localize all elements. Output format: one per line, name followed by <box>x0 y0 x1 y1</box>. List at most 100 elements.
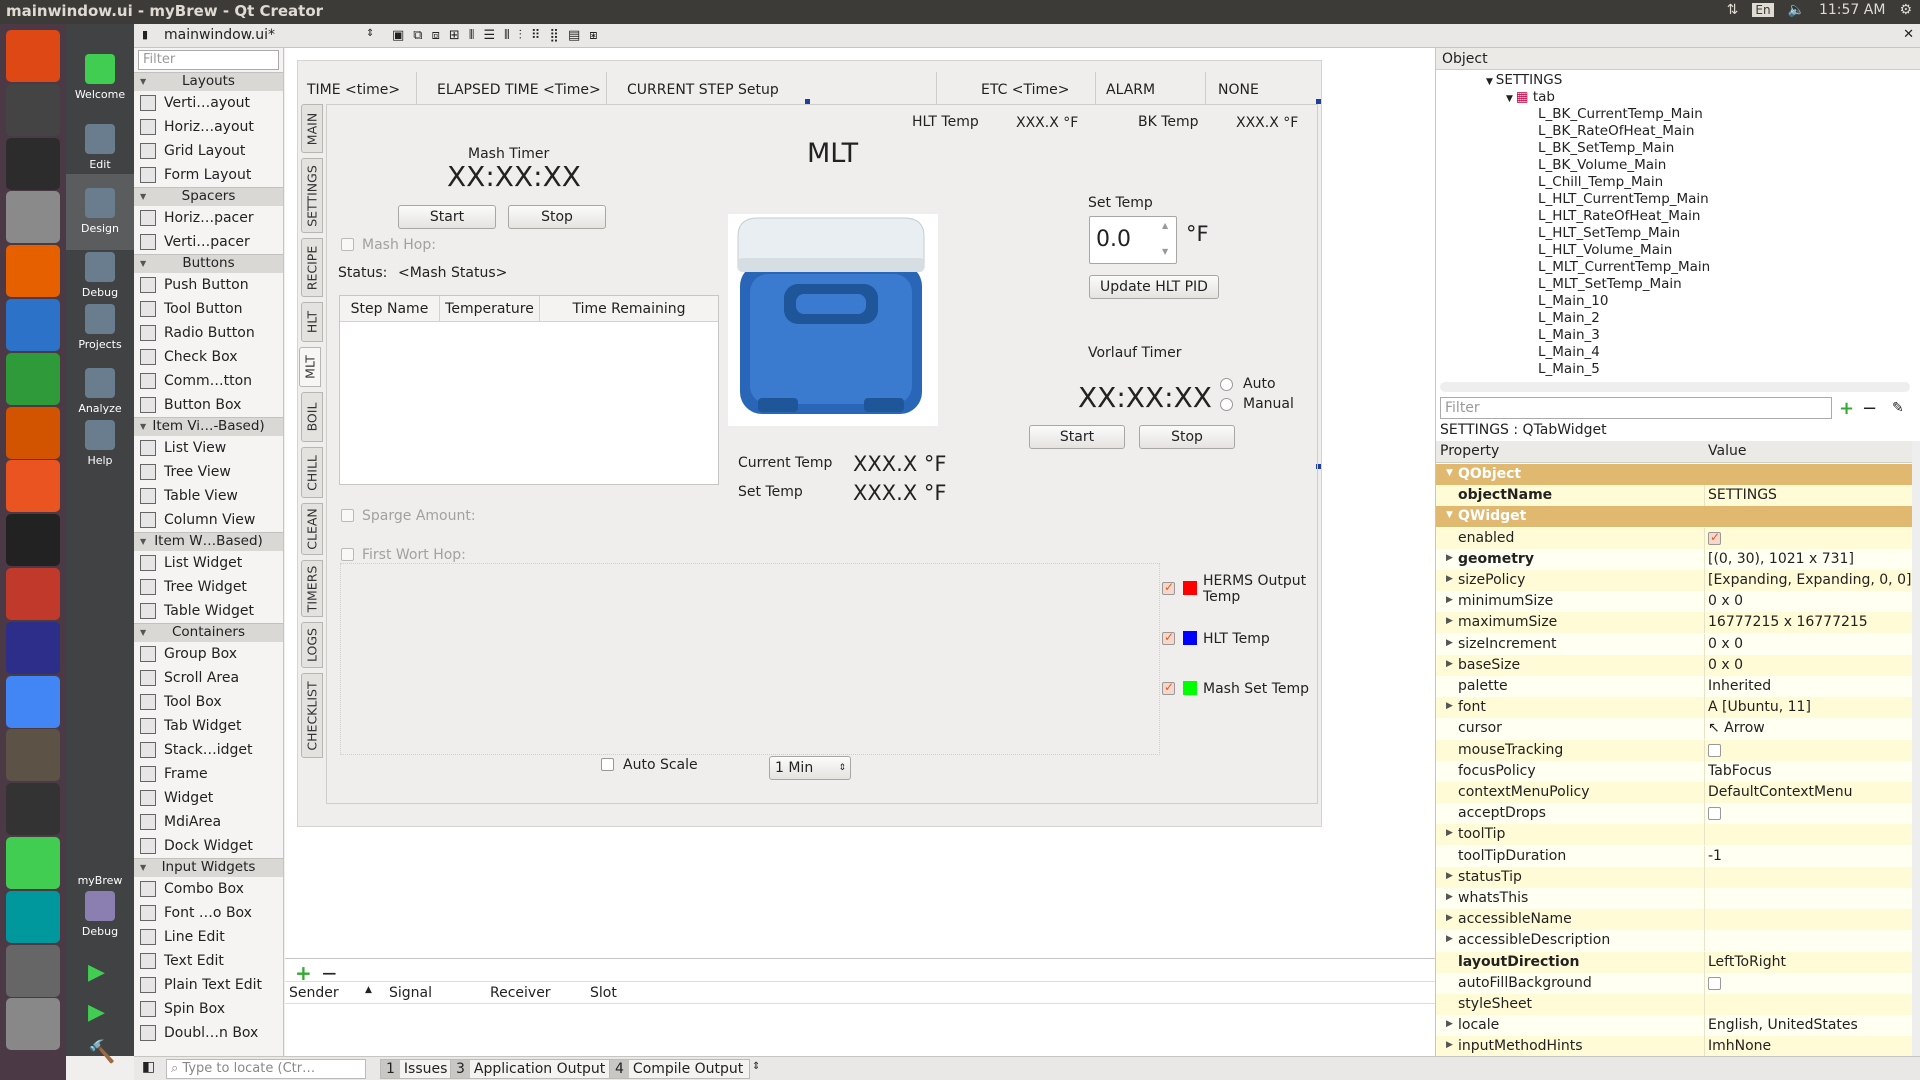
calc-icon[interactable] <box>6 352 60 405</box>
property-filter-input[interactable]: Filter <box>1440 397 1832 419</box>
property-row[interactable]: ▶ maximumSize 16777215 x 16777215 <box>1436 612 1912 634</box>
property-value[interactable]: 0 x 0 <box>1708 593 1743 609</box>
open-document-combo[interactable]: mainwindow.ui* <box>164 27 275 43</box>
tree-item-label[interactable]: L_HLT_Volume_Main <box>1538 242 1672 259</box>
widget-item[interactable]: Verti…pacer <box>134 230 283 254</box>
chevron-right-icon[interactable]: ▶ <box>1446 892 1453 902</box>
chevron-updown-icon[interactable]: ⇕ <box>366 28 374 39</box>
property-row[interactable]: ▶ sizePolicy [Expanding, Expanding, 0, 0] <box>1436 570 1912 591</box>
amazon-icon[interactable] <box>6 514 60 567</box>
property-value[interactable]: SETTINGS <box>1708 487 1777 503</box>
application-output-tab[interactable]: 3 Application Output <box>450 1059 613 1079</box>
keyboard-indicator[interactable]: En <box>1752 3 1774 17</box>
property-row[interactable]: ▶ accessibleName <box>1436 909 1912 931</box>
set-temp-input[interactable]: 0.0 <box>1096 227 1131 252</box>
widget-item[interactable]: Frame <box>134 762 283 786</box>
property-checkbox[interactable] <box>1708 976 1721 990</box>
property-value[interactable]: 16777215 x 16777215 <box>1708 614 1868 630</box>
widget-item[interactable]: Stack…idget <box>134 738 283 762</box>
screenshot-icon[interactable] <box>6 944 60 997</box>
widget-category[interactable]: Layouts <box>134 72 283 91</box>
widget-item[interactable]: Tool Button <box>134 297 283 321</box>
temperature-plot[interactable] <box>340 563 1160 755</box>
tab-settings[interactable]: SETTINGS <box>301 158 323 233</box>
property-row[interactable]: contextMenuPolicy DefaultContextMenu <box>1436 782 1912 803</box>
property-row[interactable]: ▶ font A [Ubuntu, 11] <box>1436 697 1912 719</box>
property-value[interactable]: LeftToRight <box>1708 954 1786 970</box>
tree-item-label[interactable]: L_BK_RateOfHeat_Main <box>1538 123 1694 140</box>
widget-item[interactable]: Radio Button <box>134 321 283 345</box>
widget-item[interactable]: Line Edit <box>134 925 283 949</box>
gear-icon[interactable]: ⚙ <box>1899 2 1912 18</box>
widget-item[interactable]: List Widget <box>134 551 283 575</box>
auto-radio[interactable] <box>1220 378 1233 391</box>
widget-category[interactable]: Item W…Based) <box>134 532 283 551</box>
hlt-temp-checkbox[interactable] <box>1162 630 1175 645</box>
mode-help[interactable]: Help <box>66 406 134 482</box>
chevron-right-icon[interactable]: ▶ <box>1446 616 1453 626</box>
tree-item-label[interactable]: L_Chill_Temp_Main <box>1538 174 1663 191</box>
debug-run-icon[interactable]: ▶ <box>88 1000 105 1025</box>
chevron-right-icon[interactable]: ▶ <box>1446 595 1453 605</box>
property-row[interactable]: cursor ↖ Arrow <box>1436 718 1912 740</box>
tree-item-label[interactable]: L_BK_SetTemp_Main <box>1538 140 1674 157</box>
widget-filter-input[interactable]: Filter <box>138 50 279 70</box>
signal-slot-icon[interactable]: ⧉ <box>413 28 422 43</box>
widget-item[interactable]: Group Box <box>134 642 283 666</box>
layout-form-icon[interactable]: ⣿ <box>549 28 559 43</box>
settings-icon[interactable] <box>6 568 60 620</box>
tab-timers[interactable]: TIMERS <box>301 560 323 617</box>
tree-item-label[interactable]: L_HLT_CurrentTemp_Main <box>1538 191 1709 208</box>
tab-logs[interactable]: LOGS <box>301 622 323 668</box>
inkscape-icon[interactable] <box>6 783 60 836</box>
property-value[interactable]: English, UnitedStates <box>1708 1017 1858 1033</box>
property-checkbox[interactable] <box>1708 807 1721 821</box>
first-wort-checkbox[interactable] <box>341 548 354 561</box>
property-row[interactable]: ▶ accessibleDescription <box>1436 930 1912 952</box>
property-row[interactable]: ▼ QWidget <box>1436 506 1912 528</box>
widget-item[interactable]: Doubl…n Box <box>134 1021 283 1045</box>
chevron-right-icon[interactable]: ▶ <box>1446 553 1453 563</box>
tree-item-label[interactable]: L_MLT_CurrentTemp_Main <box>1538 259 1710 276</box>
property-value[interactable]: TabFocus <box>1708 763 1772 779</box>
property-vscrollbar[interactable] <box>1912 441 1920 1056</box>
tree-item-label[interactable]: L_Main_3 <box>1538 327 1600 344</box>
software-center-icon[interactable] <box>6 460 60 513</box>
col-temperature[interactable]: Temperature <box>440 296 540 322</box>
auto-scale-checkbox[interactable] <box>601 758 614 771</box>
splitter-h-icon[interactable]: ⫴ <box>504 28 509 43</box>
close-icon[interactable]: ✕ <box>1903 27 1914 42</box>
tab-recipe[interactable]: RECIPE <box>301 238 323 297</box>
locator-input[interactable]: ⌕ Type to locate (Ctr… <box>166 1059 366 1079</box>
disks-icon[interactable] <box>6 998 60 1051</box>
property-row[interactable]: focusPolicy TabFocus <box>1436 760 1912 782</box>
chevron-right-icon[interactable]: ▶ <box>1446 871 1453 881</box>
widget-category[interactable]: Item Vi…-Based) <box>134 417 283 436</box>
issues-tab[interactable]: 1 Issues <box>380 1059 455 1079</box>
property-value[interactable]: [(0, 30), 1021 x 731] <box>1708 551 1854 567</box>
break-layout-icon[interactable]: ▤ <box>568 28 580 43</box>
layout-vertical-icon[interactable]: ☰ <box>484 28 496 43</box>
tab-chill[interactable]: CHILL <box>301 447 323 498</box>
widget-item[interactable]: Tree View <box>134 460 283 484</box>
widget-category[interactable]: Containers <box>134 623 283 642</box>
property-row[interactable]: toolTipDuration -1 <box>1436 845 1912 867</box>
splitter-v-icon[interactable]: ⫶ <box>519 28 522 43</box>
tree-item-label[interactable]: L_BK_Volume_Main <box>1538 157 1666 174</box>
widget-item[interactable]: Tree Widget <box>134 575 283 599</box>
property-checkbox[interactable] <box>1708 743 1721 757</box>
wrench-icon[interactable]: ✎ <box>1892 400 1904 416</box>
property-value[interactable]: A [Ubuntu, 11] <box>1708 699 1811 715</box>
property-row[interactable]: ▶ toolTip <box>1436 824 1912 846</box>
property-row[interactable]: ▼ QObject <box>1436 464 1912 485</box>
writer-icon[interactable] <box>6 299 60 351</box>
tree-item-label[interactable]: L_MLT_SetTemp_Main <box>1538 276 1682 293</box>
col-slot[interactable]: Slot <box>590 985 617 1001</box>
tab-main[interactable]: MAIN <box>301 104 323 153</box>
widget-item[interactable]: Tool Box <box>134 690 283 714</box>
widget-item[interactable]: Grid Layout <box>134 139 283 163</box>
tree-item-label[interactable]: L_HLT_RateOfHeat_Main <box>1538 208 1700 225</box>
terminal-icon[interactable] <box>6 137 60 190</box>
property-value[interactable]: [Expanding, Expanding, 0, 0] <box>1708 572 1911 588</box>
clock[interactable]: 11:57 AM <box>1819 2 1885 18</box>
